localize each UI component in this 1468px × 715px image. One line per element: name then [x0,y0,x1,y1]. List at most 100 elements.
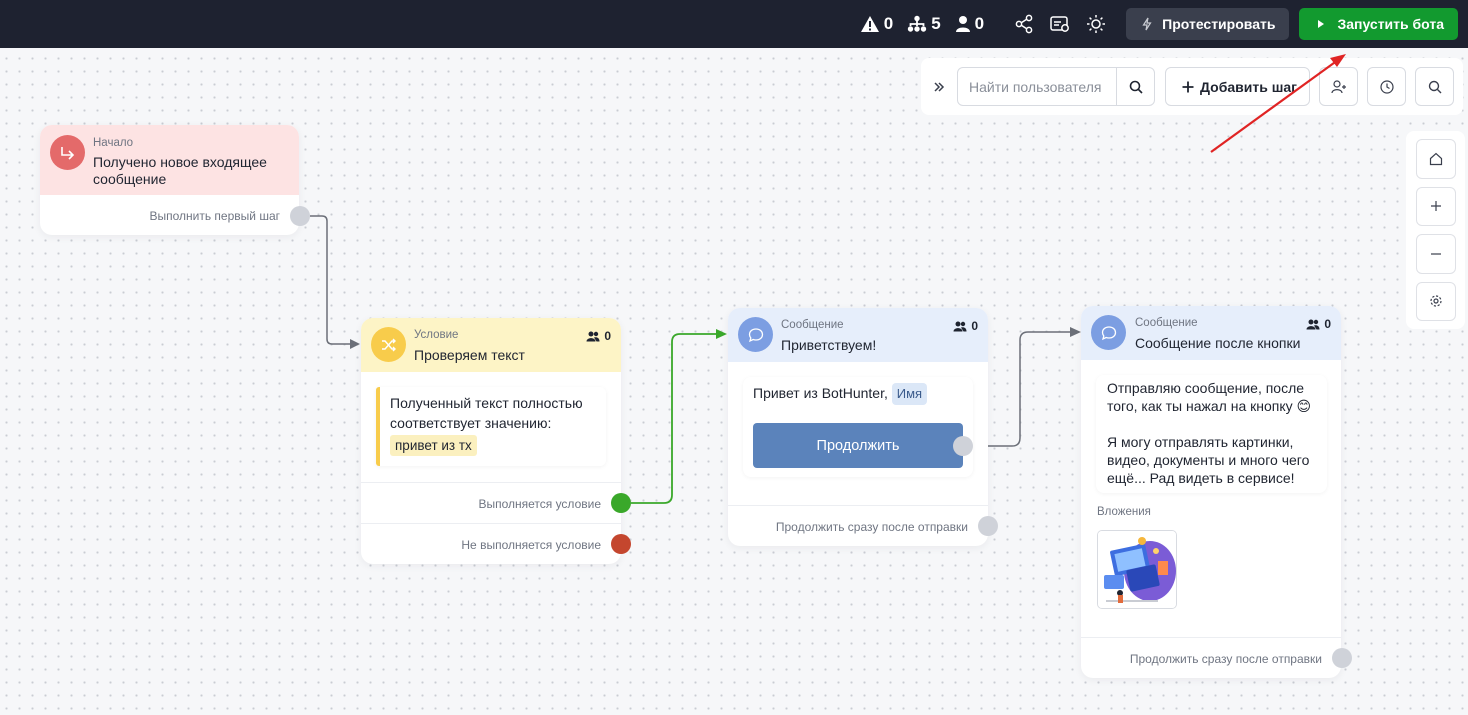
condition-node-title: Проверяем текст [414,347,525,363]
after-node-icon [1091,315,1126,350]
condition-users-count: 0 [586,329,611,343]
greeting-node-header: Сообщение Приветствуем! 0 [728,308,988,362]
user-icon [955,16,970,32]
run-bot-button[interactable]: Запустить бота [1299,8,1458,40]
history-icon [1379,79,1394,94]
run-bot-label: Запустить бота [1337,16,1444,32]
steps-count: 5 [931,14,941,33]
sun-icon [1087,15,1106,33]
user-search [957,67,1155,106]
users-stat[interactable]: 0 [955,14,984,34]
condition-divider-2 [361,523,621,524]
warnings-stat[interactable]: 0 [860,14,893,34]
settings-card-icon [1050,16,1070,32]
plus-icon [1430,201,1441,212]
theme-toggle[interactable] [1078,6,1114,42]
warnings-count: 0 [883,14,894,33]
wire-arrow-1 [350,339,360,349]
condition-false-label: Не выполняется условие [461,538,601,552]
after-message-card: Отправляю сообщение, после того, как ты … [1096,375,1327,493]
start-node-icon [50,135,85,170]
continue-keyboard-button[interactable]: Продолжить [753,423,963,468]
gear-icon [1429,295,1442,307]
wire-arrow-3 [1070,327,1081,337]
greeting-output-port[interactable] [978,516,998,536]
add-user-icon [1330,79,1346,93]
wire-start-to-condition [310,215,352,345]
add-user-button[interactable] [1319,67,1358,106]
greeting-text: Привет из BotHunter, [753,385,888,401]
greeting-node-icon [738,317,773,352]
user-search-input[interactable] [958,68,1116,105]
condition-true-port[interactable] [611,493,631,513]
shuffle-icon [381,338,396,351]
top-bar: 0 5 0 Протестировать Запустить бота [0,0,1468,48]
condition-true-label: Выполняется условие [478,497,601,511]
canvas-settings-button[interactable] [1415,281,1456,321]
condition-false-port[interactable] [611,534,631,554]
search-icon [1428,80,1441,93]
after-text-line1: Отправляю сообщение, после того, как ты … [1107,380,1312,414]
greeting-users-count: 0 [953,319,978,333]
history-button[interactable] [1367,67,1406,106]
after-node-header: Сообщение Сообщение после кнопки 0 [1081,306,1341,360]
plus-icon [1182,81,1194,92]
bot-settings-button[interactable] [1042,6,1078,42]
condition-value-chip: привет из тх [390,435,477,456]
condition-value: привет из тх [390,435,477,456]
add-step-button[interactable]: Добавить шаг [1165,67,1310,106]
users-count: 0 [974,14,985,33]
zoom-controls [1406,131,1465,329]
attachment-thumbnail[interactable] [1097,530,1177,609]
start-node-type: Начало [93,137,134,149]
condition-rule-text: Полученный текст полностью соответствует… [390,395,583,431]
after-button-message-node[interactable]: Сообщение Сообщение после кнопки 0 Отпра… [1081,306,1352,678]
zoom-in-button[interactable] [1415,186,1456,226]
start-output-port[interactable] [290,206,310,226]
after-divider [1081,637,1341,638]
wire-condition-to-greeting [631,333,718,504]
continue-button-port[interactable] [953,436,973,456]
wire-arrow-2 [716,329,727,339]
user-search-button[interactable] [1116,68,1154,105]
users-icon [953,321,967,331]
greeting-node-title: Приветствуем! [781,337,877,353]
play-icon [1318,20,1325,28]
message-bubble-icon [1101,325,1116,340]
after-output-label: Продолжить сразу после отправки [1129,652,1322,666]
enter-arrow-icon [60,146,74,160]
greeting-node-type: Сообщение [781,319,844,331]
double-chevron-right-icon [934,81,945,92]
canvas-toolbar: Добавить шаг [921,58,1463,115]
home-button[interactable] [1415,139,1456,179]
steps-stat[interactable]: 5 [907,14,941,34]
start-output-label: Выполнить первый шаг [149,209,280,223]
greeting-output-label: Продолжить сразу после отправки [775,520,968,534]
start-node-header: Начало Получено новое входящее сообщение [40,125,299,195]
minus-icon [1430,253,1441,255]
share-button[interactable] [1006,6,1042,42]
condition-count-value: 0 [604,329,611,343]
greeting-text-row: Привет из BotHunter, Имя [753,383,928,405]
attachments-label: Вложения [1097,506,1151,518]
after-node-title: Сообщение после кнопки [1135,335,1301,351]
condition-rule-card: Полученный текст полностью соответствует… [376,387,606,466]
after-node-type: Сообщение [1135,317,1198,329]
name-variable-chip[interactable]: Имя [891,383,928,405]
search-icon [1129,80,1143,94]
attachment-image [1098,531,1176,608]
after-output-port[interactable] [1332,648,1352,668]
condition-node-type: Условие [414,329,459,341]
greeting-message-node[interactable]: Сообщение Приветствуем! 0 Привет из BotH… [728,308,998,546]
start-node[interactable]: Начало Получено новое входящее сообщение… [40,125,310,235]
test-bot-label: Протестировать [1162,16,1276,32]
collapse-panel-button[interactable] [929,81,949,93]
test-bot-button[interactable]: Протестировать [1126,8,1290,40]
condition-node[interactable]: Условие Проверяем текст 0 Полученный тек… [361,318,631,564]
zoom-out-button[interactable] [1415,234,1456,274]
lightning-icon [1142,17,1152,31]
home-icon [1429,152,1442,165]
share-icon [1015,14,1033,34]
warning-icon [860,16,879,32]
search-steps-button[interactable] [1415,67,1454,106]
